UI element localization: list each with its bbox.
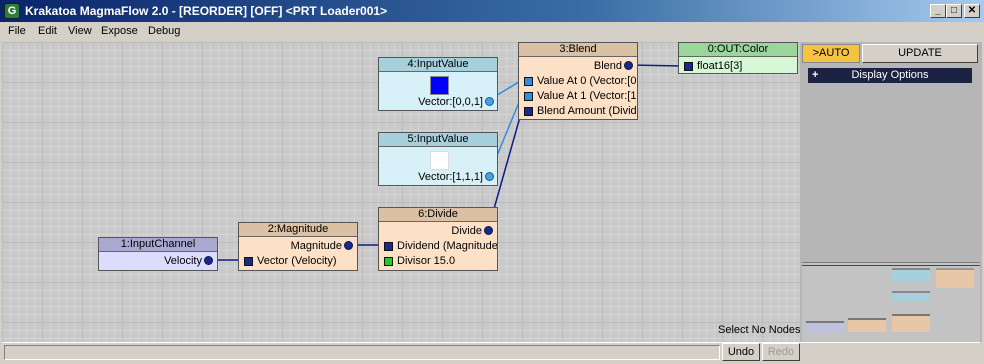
node-title: 3:Blend (519, 43, 637, 57)
maximize-button[interactable]: □ (946, 4, 962, 18)
display-options-label: Display Options (851, 69, 929, 81)
output-socket[interactable] (624, 61, 633, 70)
input-socket[interactable] (244, 257, 253, 266)
menu-view[interactable]: View (68, 25, 92, 37)
input-label-divisor: Divisor 15.0 (397, 255, 456, 267)
bottom-bar: Undo Redo (2, 342, 980, 362)
node-magnitude-2[interactable]: 2:Magnitude Magnitude Vector (Velocity) (238, 222, 358, 271)
minimap-viewport-top (802, 265, 980, 266)
menu-file[interactable]: File (8, 25, 26, 37)
minimap-node (806, 321, 844, 331)
minimap-node (892, 268, 930, 282)
color-swatch[interactable] (430, 76, 449, 95)
output-label: Magnitude (290, 240, 342, 252)
node-blend-3[interactable]: 3:Blend Blend Value At 0 (Vector:[0 Valu… (518, 42, 638, 120)
node-title: 4:InputValue (379, 58, 497, 72)
node-title: 0:OUT:Color (679, 43, 797, 57)
output-label: Vector:[0,0,1] (418, 96, 483, 108)
input-label-value-at-0: Value At 0 (Vector:[0 (537, 75, 637, 87)
output-label: Vector:[1,1,1] (418, 171, 483, 183)
input-label: float16[3] (697, 60, 743, 72)
color-swatch[interactable] (430, 151, 449, 170)
menu-expose[interactable]: Expose (101, 25, 138, 37)
output-socket[interactable] (204, 256, 213, 265)
menu-debug[interactable]: Debug (148, 25, 180, 37)
auto-button[interactable]: >AUTO (802, 44, 860, 63)
node-title: 5:InputValue (379, 133, 497, 147)
menu-edit[interactable]: Edit (38, 25, 57, 37)
undo-button[interactable]: Undo (722, 343, 760, 361)
title-bar: G Krakatoa MagmaFlow 2.0 - [REORDER] [OF… (0, 0, 984, 22)
input-socket-value-at-1[interactable] (524, 92, 533, 101)
node-out-color-0[interactable]: 0:OUT:Color float16[3] (678, 42, 798, 74)
input-socket-dividend[interactable] (384, 242, 393, 251)
minimize-button[interactable]: _ (930, 4, 946, 18)
menu-bar: File Edit View Expose Debug (0, 22, 984, 42)
node-divide-6[interactable]: 6:Divide Divide Dividend (Magnitude) Div… (378, 207, 498, 271)
node-title: 2:Magnitude (239, 223, 357, 237)
node-graph-canvas[interactable]: 4:InputValue Vector:[0,0,1] 5:InputValue… (2, 42, 800, 342)
command-field[interactable] (4, 345, 720, 360)
output-label: Velocity (164, 255, 202, 267)
minimap-node (892, 314, 930, 332)
minimap-node (936, 268, 974, 288)
graph-minimap[interactable] (802, 262, 980, 354)
node-title: 1:InputChannel (99, 238, 217, 252)
input-socket-value-at-0[interactable] (524, 77, 533, 86)
selection-status: Select No Nodes (718, 324, 801, 336)
app-icon: G (4, 3, 20, 19)
input-label-blend-amount: Blend Amount (Divide (537, 105, 637, 117)
input-socket-divisor[interactable] (384, 257, 393, 266)
node-title: 6:Divide (379, 208, 497, 222)
minimap-node (848, 318, 886, 332)
input-label-dividend: Dividend (Magnitude) (397, 240, 497, 252)
input-socket[interactable] (684, 62, 693, 71)
right-panel: >AUTO UPDATE + Display Options (800, 42, 982, 354)
node-input-value-5[interactable]: 5:InputValue Vector:[1,1,1] (378, 132, 498, 186)
node-input-value-4[interactable]: 4:InputValue Vector:[0,0,1] (378, 57, 498, 111)
close-button[interactable]: ✕ (964, 4, 980, 18)
output-socket[interactable] (484, 226, 493, 235)
minimap-node (892, 291, 930, 301)
input-label: Vector (Velocity) (257, 255, 337, 267)
window-title: Krakatoa MagmaFlow 2.0 - [REORDER] [OFF]… (25, 4, 388, 18)
update-button[interactable]: UPDATE (862, 44, 978, 63)
display-options-rollout[interactable]: + Display Options (808, 68, 972, 83)
redo-button[interactable]: Redo (762, 343, 800, 361)
output-label: Divide (451, 225, 482, 237)
output-socket[interactable] (485, 172, 494, 181)
input-socket-blend-amount[interactable] (524, 107, 533, 116)
output-label: Blend (593, 60, 622, 72)
input-label-value-at-1: Value At 1 (Vector:[1 (537, 90, 637, 102)
output-socket[interactable] (485, 97, 494, 106)
output-socket[interactable] (344, 241, 353, 250)
node-input-channel-1[interactable]: 1:InputChannel Velocity (98, 237, 218, 271)
